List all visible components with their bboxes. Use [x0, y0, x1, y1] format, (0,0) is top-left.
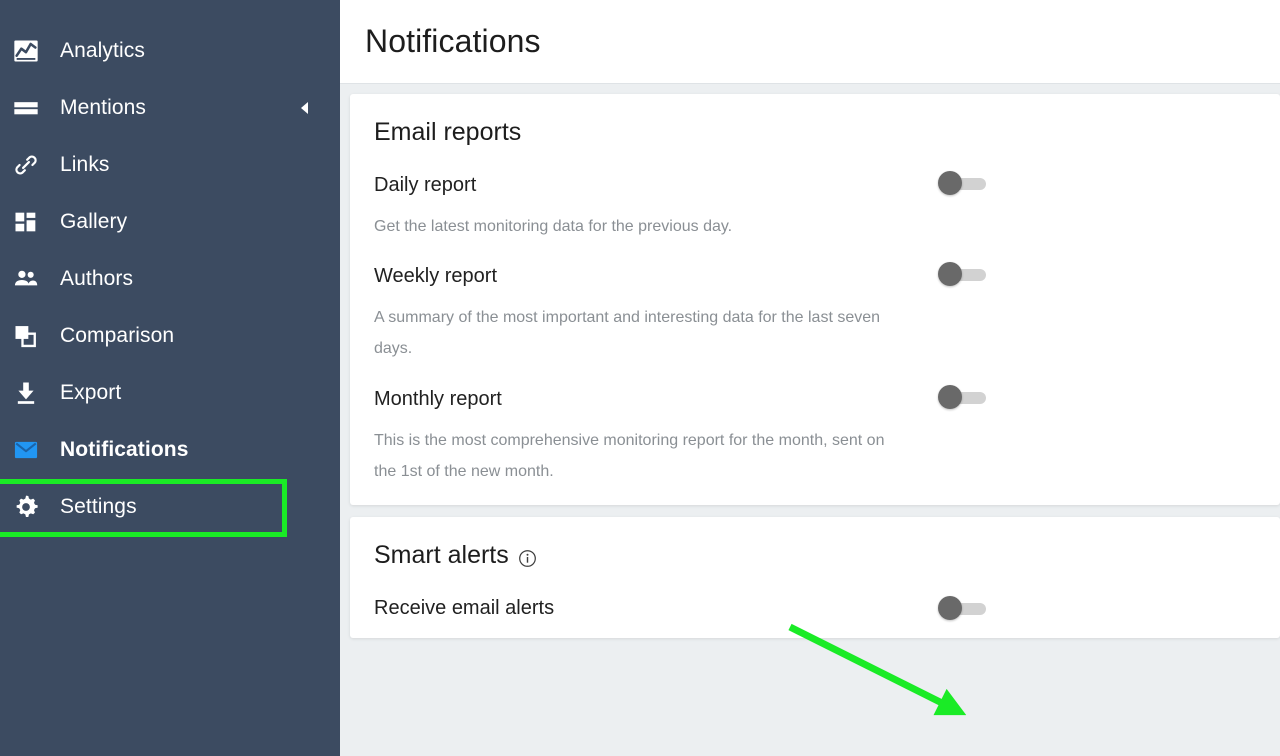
daily-report-toggle[interactable] [938, 171, 986, 195]
email-reports-card: Email reports Daily report Get the lates… [350, 94, 1280, 505]
sidebar-item-analytics[interactable]: Analytics [0, 22, 340, 79]
setting-description: A summary of the most important and inte… [374, 309, 881, 358]
envelope-icon [10, 434, 42, 466]
sidebar-item-label: Mentions [60, 96, 147, 119]
analytics-chart-icon [10, 35, 42, 67]
page-title: Notifications [365, 23, 541, 59]
setting-row-receive-email-alerts: Receive email alerts [374, 595, 1256, 620]
card-title: Smart alerts [374, 541, 1256, 570]
setting-label: Receive email alerts [374, 596, 555, 619]
gear-icon [10, 491, 42, 523]
weekly-report-toggle[interactable] [938, 262, 986, 287]
card-title-text: Smart alerts [374, 540, 509, 569]
link-chain-icon [10, 149, 42, 181]
sidebar-item-label: Settings [60, 495, 137, 518]
authors-people-icon [10, 263, 42, 295]
receive-email-alerts-toggle[interactable] [938, 595, 986, 620]
sidebar-navigation: Analytics Mentions Links Gallery Authors… [0, 0, 340, 756]
sidebar-item-label: Notifications [60, 438, 189, 461]
sidebar-item-export[interactable]: Export [0, 364, 340, 421]
toggle-knob [938, 171, 962, 195]
info-icon[interactable] [518, 546, 537, 567]
sidebar-item-mentions[interactable]: Mentions [0, 79, 340, 136]
sidebar-item-label: Analytics [60, 39, 145, 62]
sidebar-item-label: Links [60, 153, 110, 176]
smart-alerts-card: Smart alerts Receive email alerts [350, 516, 1280, 638]
sidebar-item-label: Export [60, 381, 122, 404]
toggle-knob [938, 595, 962, 620]
sidebar-item-label: Gallery [60, 210, 128, 233]
sidebar-item-comparison[interactable]: Comparison [0, 307, 340, 364]
setting-description: Get the latest monitoring data for the p… [374, 218, 733, 235]
main-content: Notifications Email reports Daily report… [340, 0, 1280, 756]
sidebar-item-notifications[interactable]: Notifications [0, 421, 340, 478]
toggle-knob [938, 262, 962, 287]
mentions-list-icon [10, 92, 42, 124]
toggle-knob [938, 384, 962, 409]
setting-row-daily-report: Daily report Get the latest monitoring d… [374, 171, 1256, 242]
sidebar-item-authors[interactable]: Authors [0, 250, 340, 307]
export-download-icon [10, 377, 42, 409]
comparison-squares-icon [10, 320, 42, 352]
setting-label: Daily report [374, 174, 477, 196]
chevron-left-icon[interactable] [301, 101, 308, 114]
sidebar-item-label: Authors [60, 267, 134, 290]
content-scroll-area[interactable]: Email reports Daily report Get the lates… [340, 84, 1280, 756]
card-title-text: Email reports [374, 118, 522, 146]
setting-row-monthly-report: Monthly report This is the most comprehe… [374, 384, 1256, 487]
card-title: Email reports [374, 118, 1256, 147]
page-header: Notifications [340, 0, 1280, 84]
sidebar-item-label: Comparison [60, 324, 175, 347]
monthly-report-toggle[interactable] [938, 384, 986, 409]
sidebar-item-links[interactable]: Links [0, 136, 340, 193]
setting-description: This is the most comprehensive monitorin… [374, 431, 885, 480]
sidebar-item-settings[interactable]: Settings [0, 478, 340, 535]
setting-label: Weekly report [374, 265, 498, 288]
gallery-grid-icon [10, 206, 42, 238]
application-window: Analytics Mentions Links Gallery Authors… [0, 0, 1280, 756]
setting-row-weekly-report: Weekly report A summary of the most impo… [374, 262, 1256, 364]
setting-label: Monthly report [374, 387, 502, 410]
sidebar-item-gallery[interactable]: Gallery [0, 193, 340, 250]
